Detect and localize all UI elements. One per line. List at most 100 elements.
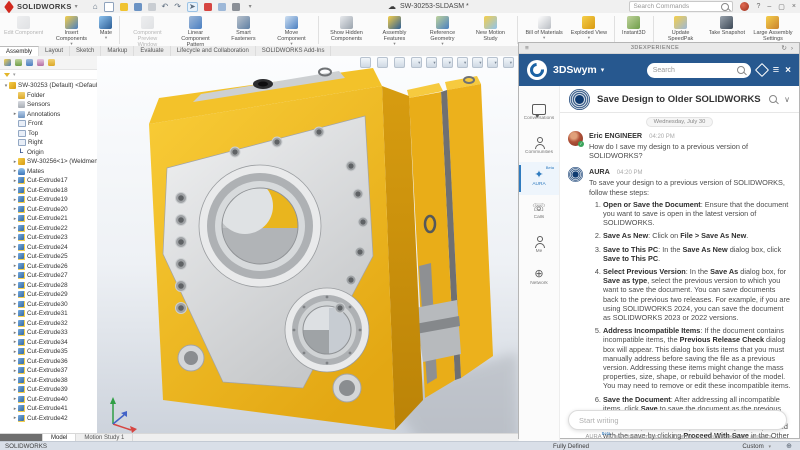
- print-icon[interactable]: [148, 3, 156, 11]
- instant3d-button[interactable]: Instant3D: [619, 15, 649, 37]
- tree-item[interactable]: ▸Cut-Extrude24: [0, 243, 97, 253]
- tree-item[interactable]: ▸Cut-Extrude31: [0, 309, 97, 319]
- section-view-icon[interactable]: ▾: [411, 57, 420, 68]
- tab-solidworks-add-ins[interactable]: SOLIDWORKS Add-Ins: [256, 46, 332, 56]
- apply-scene-icon[interactable]: ▾: [487, 57, 496, 68]
- undo-icon[interactable]: ↶: [162, 3, 169, 11]
- panel-close-button[interactable]: ×: [785, 65, 791, 76]
- sidebar-item-me[interactable]: Me: [519, 228, 559, 261]
- unit-system-dropdown[interactable]: Custom ▾: [742, 443, 774, 450]
- tree-item[interactable]: ▸Cut-Extrude35: [0, 347, 97, 357]
- select-cursor-icon[interactable]: ➤: [187, 2, 198, 12]
- conversation-header[interactable]: Save Design to Older SOLIDWORKS ∨: [560, 86, 799, 113]
- app-name[interactable]: 3DSwym: [553, 64, 597, 76]
- tree-item[interactable]: ▸Cut-Extrude39: [0, 385, 97, 395]
- propertymanager-tab-icon[interactable]: [15, 59, 22, 66]
- view-orientation-icon[interactable]: ▾: [426, 57, 435, 68]
- smart-fasteners-button[interactable]: Smart Fasteners: [220, 15, 266, 43]
- tree-item[interactable]: Folder: [0, 91, 97, 101]
- tree-item[interactable]: ▸Cut-Extrude25: [0, 252, 97, 262]
- reference-geometry-button[interactable]: Reference Geometry▾: [419, 15, 465, 47]
- panel-refresh-icon[interactable]: ↻: [781, 44, 786, 52]
- options-gear-caret-icon[interactable]: ▾: [249, 3, 252, 10]
- tree-item[interactable]: ▸Cut-Extrude17: [0, 176, 97, 186]
- tag-icon[interactable]: [755, 63, 769, 77]
- assembly-features-button[interactable]: Assembly Features▾: [371, 15, 417, 47]
- tree-item[interactable]: ▸Cut-Extrude42: [0, 414, 97, 424]
- app-caret-icon[interactable]: ▾: [601, 66, 605, 74]
- help-icon[interactable]: ?: [756, 3, 760, 10]
- tree-item[interactable]: Right: [0, 138, 97, 148]
- exploded-view-button[interactable]: Exploded View▾: [568, 15, 610, 41]
- display-style-icon[interactable]: ▾: [442, 57, 451, 68]
- tree-item[interactable]: ▸Annotations: [0, 110, 97, 120]
- tree-item[interactable]: ▸Cut-Extrude37: [0, 366, 97, 376]
- view-settings-icon[interactable]: ▾: [503, 57, 512, 68]
- tree-item[interactable]: ▸Cut-Extrude18: [0, 186, 97, 196]
- 3ds-compass-logo[interactable]: [527, 60, 547, 80]
- open-document-icon[interactable]: [120, 3, 128, 11]
- user-avatar[interactable]: [740, 2, 749, 11]
- tree-item[interactable]: ▸SW-30256<1> (Weldment)<W: [0, 157, 97, 167]
- options-gear-icon[interactable]: [232, 3, 240, 11]
- tree-item[interactable]: ▸Cut-Extrude38: [0, 376, 97, 386]
- tree-item[interactable]: ▸Cut-Extrude29: [0, 290, 97, 300]
- tree-filter-row[interactable]: ▾: [0, 70, 97, 80]
- tree-item[interactable]: ▸Cut-Extrude27: [0, 271, 97, 281]
- sidebar-item-aura[interactable]: ✦BetaAURA: [519, 162, 559, 195]
- edit-appearance-icon[interactable]: ▾: [472, 57, 481, 68]
- tree-item[interactable]: ▸Cut-Extrude40: [0, 395, 97, 405]
- zoom-area-icon[interactable]: [377, 57, 388, 68]
- tree-item[interactable]: Front: [0, 119, 97, 129]
- tree-item[interactable]: ▸Cut-Extrude41: [0, 404, 97, 414]
- tab-layout[interactable]: Layout: [39, 46, 70, 56]
- panel-search-input[interactable]: Search: [647, 63, 751, 78]
- sidebar-item-network[interactable]: ⊕Network: [519, 261, 559, 294]
- tree-item[interactable]: ▸Cut-Extrude30: [0, 300, 97, 310]
- insert-components-button[interactable]: Insert Components▾: [48, 15, 94, 47]
- bill-of-materials-button[interactable]: Bill of Materials▾: [522, 15, 565, 41]
- zoom-fit-icon[interactable]: [360, 57, 371, 68]
- configurationmanager-tab-icon[interactable]: [26, 59, 33, 66]
- restore-button[interactable]: ▢: [778, 3, 785, 11]
- command-search[interactable]: Search Commands: [629, 1, 733, 12]
- rebuild-icon[interactable]: [204, 3, 212, 11]
- file-properties-icon[interactable]: [218, 3, 226, 11]
- hide-show-items-icon[interactable]: ▾: [457, 57, 466, 68]
- new-document-icon[interactable]: [104, 2, 114, 12]
- tree-item[interactable]: ▸Cut-Extrude22: [0, 224, 97, 234]
- tab-evaluate[interactable]: Evaluate: [134, 46, 170, 56]
- panel-dock-icon[interactable]: ≡: [525, 45, 529, 52]
- model-3d[interactable]: [97, 56, 518, 433]
- previous-view-icon[interactable]: [394, 57, 405, 68]
- tree-item[interactable]: ▸Mates: [0, 167, 97, 177]
- tree-item[interactable]: ▸Cut-Extrude33: [0, 328, 97, 338]
- new-motion-study-button[interactable]: New Motion Study: [467, 15, 513, 43]
- tree-item[interactable]: ▸Cut-Extrude36: [0, 357, 97, 367]
- tree-item[interactable]: LOrigin: [0, 148, 97, 158]
- tree-item[interactable]: ▾SW-30253 (Default) <Default_Dis: [0, 81, 97, 91]
- tree-item[interactable]: Sensors: [0, 100, 97, 110]
- close-button[interactable]: ×: [792, 3, 796, 10]
- minimize-button[interactable]: –: [767, 3, 771, 10]
- move-component-button[interactable]: Move Component▾: [268, 15, 314, 47]
- sidebar-item-communities[interactable]: Communities: [519, 129, 559, 162]
- chevron-down-icon[interactable]: ∨: [784, 95, 790, 104]
- tab-assembly[interactable]: Assembly: [0, 46, 39, 56]
- save-icon[interactable]: [134, 3, 142, 11]
- tree-item[interactable]: ▸Cut-Extrude32: [0, 319, 97, 329]
- tree-item[interactable]: Top: [0, 129, 97, 139]
- mate-button[interactable]: Mate▾: [96, 15, 115, 41]
- displaymanager-tab-icon[interactable]: [48, 59, 55, 66]
- menu-icon[interactable]: ≡: [773, 65, 779, 75]
- take-snapshot-button[interactable]: Take Snapshot: [706, 15, 748, 37]
- brand-caret-icon[interactable]: ▾: [75, 3, 78, 10]
- featuremanager-tab-icon[interactable]: [4, 59, 11, 66]
- dimxpertmanager-tab-icon[interactable]: [37, 59, 44, 66]
- tree-item[interactable]: ▸Cut-Extrude19: [0, 195, 97, 205]
- show-hidden-components-button[interactable]: Show Hidden Components: [323, 15, 369, 43]
- conversation-search-icon[interactable]: [769, 95, 777, 103]
- tree-item[interactable]: ▸Cut-Extrude23: [0, 233, 97, 243]
- sidebar-item-conversations[interactable]: Conversations: [519, 96, 559, 129]
- panel-popout-icon[interactable]: ›: [791, 45, 793, 52]
